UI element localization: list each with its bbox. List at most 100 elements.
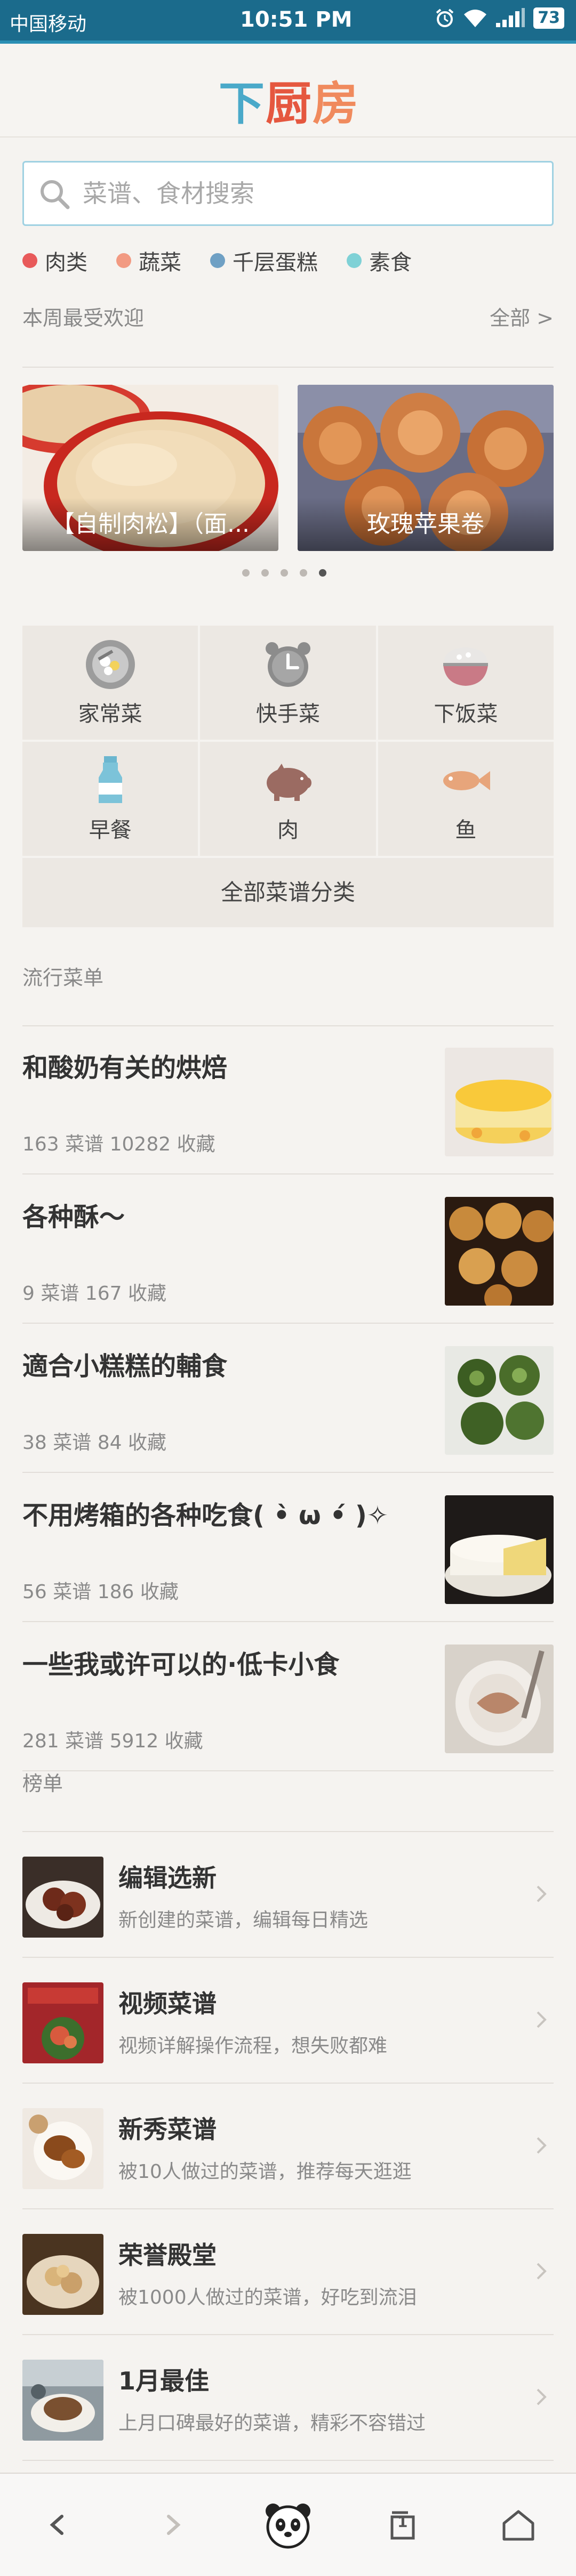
ranking-rising-recipes[interactable]: 新秀菜谱 被10人做过的菜谱，推荐每天逛逛 — [22, 2084, 554, 2209]
chevron-right-icon — [537, 2388, 547, 2405]
ranking-item-subtitle: 被10人做过的菜谱，推荐每天逛逛 — [118, 2161, 412, 2183]
clock: 10:51 PM — [240, 7, 353, 32]
category-home-cooking[interactable]: 家常菜 — [22, 626, 198, 740]
milk-bottle-icon — [98, 756, 122, 803]
weekly-all-link[interactable]: 全部 > — [490, 302, 554, 331]
trending-menu-item[interactable]: 一些我或许可以的·低卡小食 281 菜谱 5912 收藏 — [22, 1623, 554, 1771]
tag-dot — [116, 253, 131, 268]
category-label: 下饭菜 — [434, 702, 498, 726]
tag-label: 素食 — [369, 250, 412, 275]
forward-button[interactable] — [143, 2496, 202, 2554]
tag-crepe-cake[interactable]: 千层蛋糕 — [210, 245, 318, 276]
back-button[interactable] — [28, 2496, 87, 2554]
panda-menu-button[interactable] — [259, 2496, 317, 2554]
all-categories-button[interactable]: 全部菜谱分类 — [22, 858, 554, 927]
fish-icon — [443, 771, 491, 790]
chevron-right-icon — [537, 1885, 547, 1902]
tag-dot — [22, 253, 37, 268]
menu-thumbnail — [445, 1495, 554, 1604]
category-meat[interactable]: 肉 — [200, 742, 376, 856]
tag-dot — [210, 253, 225, 268]
ranking-video-recipes[interactable]: 视频菜谱 视频详解操作流程，想失败都难 — [22, 1958, 554, 2084]
ranking-title: 榜单 — [22, 1772, 63, 1795]
quick-tags: 肉类 蔬菜 千层蛋糕 素食 — [22, 245, 412, 276]
slide-caption: 玫瑰苹果卷 — [298, 498, 554, 551]
category-grid: 家常菜 快手菜 下饭菜 早餐 肉 鱼 — [22, 626, 554, 856]
page-dot[interactable] — [300, 569, 307, 577]
ranking-thumbnail — [22, 2108, 103, 2189]
category-label: 早餐 — [89, 818, 132, 843]
ranking-item-subtitle: 新创建的菜谱，编辑每日精选 — [118, 1909, 369, 1931]
category-label: 快手菜 — [255, 702, 320, 726]
page-dot-active[interactable] — [319, 569, 326, 577]
tag-label: 千层蛋糕 — [233, 250, 318, 275]
carrier-name: 中国移动 — [10, 13, 87, 35]
menu-thumbnail — [445, 1048, 554, 1156]
app-logo[interactable]: 下厨房 — [219, 66, 359, 133]
ranking-item-subtitle: 上月口碑最好的菜谱，精彩不容错过 — [118, 2412, 426, 2434]
app-header: 下厨房 — [0, 44, 576, 137]
trending-menu-item[interactable]: 和酸奶有关的烘焙 163 菜谱 10282 收藏 — [22, 1026, 554, 1174]
home-button[interactable] — [489, 2496, 548, 2554]
trending-menu-item[interactable]: 不用烤箱的各种吃食( •̀ ω •́ )✧ 56 菜谱 186 收藏 — [22, 1474, 554, 1622]
menu-stats: 163 菜谱 10282 收藏 — [22, 1133, 215, 1155]
tag-meat[interactable]: 肉类 — [22, 245, 87, 276]
page-dot[interactable] — [242, 569, 250, 577]
trending-menu-item[interactable]: 各种酥～ 9 菜谱 167 收藏 — [22, 1176, 554, 1324]
signal-icon — [496, 8, 525, 27]
category-label: 肉 — [277, 818, 299, 843]
chevron-right-icon — [537, 2263, 547, 2280]
tabs-count: 1 — [397, 2513, 408, 2531]
category-fish[interactable]: 鱼 — [378, 742, 554, 856]
category-label: 鱼 — [455, 818, 477, 843]
tag-dot — [347, 253, 362, 268]
carousel-slide-rose-apple[interactable]: 玫瑰苹果卷 — [298, 385, 554, 551]
divider — [22, 367, 554, 368]
carousel-pagination — [242, 569, 326, 577]
dishes-icon — [85, 640, 135, 689]
tag-vegetarian[interactable]: 素食 — [347, 245, 412, 276]
panda-home-icon — [266, 2504, 310, 2549]
menu-stats: 281 菜谱 5912 收藏 — [22, 1730, 203, 1752]
category-rice-dishes[interactable]: 下饭菜 — [378, 626, 554, 740]
ranking-thumbnail — [22, 1857, 103, 1938]
trending-menu-item[interactable]: 適合小糕糕的輔食 38 菜谱 84 收藏 — [22, 1325, 554, 1473]
pig-icon — [266, 764, 311, 801]
ranking-item-subtitle: 视频详解操作流程，想失败都难 — [118, 2035, 388, 2057]
tag-vegetable[interactable]: 蔬菜 — [116, 245, 181, 276]
alarm-icon — [436, 9, 454, 27]
menu-stats: 56 菜谱 186 收藏 — [22, 1581, 179, 1603]
category-quick[interactable]: 快手菜 — [200, 626, 376, 740]
chevron-right-icon — [537, 2137, 547, 2154]
menu-title: 一些我或许可以的·低卡小食 — [22, 1650, 340, 1680]
home-icon — [502, 2510, 534, 2541]
search-icon — [41, 180, 70, 209]
weekly-popular-title: 本周最受欢迎 — [22, 306, 145, 330]
search-box[interactable] — [22, 161, 554, 226]
ranking-editors-pick[interactable]: 编辑选新 新创建的菜谱，编辑每日精选 — [22, 1832, 554, 1958]
battery-level: 73 — [533, 7, 564, 29]
trending-menus-title: 流行菜单 — [22, 966, 104, 990]
menu-title: 不用烤箱的各种吃食( •̀ ω •́ )✧ — [22, 1501, 389, 1530]
browser-toolbar — [0, 2473, 576, 2576]
menu-thumbnail — [445, 1645, 554, 1753]
ranking-item-title: 1月最佳 — [118, 2367, 210, 2395]
page-dot[interactable] — [261, 569, 269, 577]
ranking-monthly-best[interactable]: 1月最佳 上月口碑最好的菜谱，精彩不容错过 — [22, 2335, 554, 2461]
search-input[interactable] — [83, 173, 541, 214]
menu-title: 各种酥～ — [22, 1202, 125, 1232]
carousel-slide-meat-floss[interactable]: 【自制肉松】（面... — [22, 385, 278, 551]
category-breakfast[interactable]: 早餐 — [22, 742, 198, 856]
ranking-hall-of-fame[interactable]: 荣誉殿堂 被1000人做过的菜谱，好吃到流泪 — [22, 2209, 554, 2335]
menu-stats: 38 菜谱 84 收藏 — [22, 1432, 166, 1454]
back-icon — [50, 2515, 63, 2535]
chevron-right-icon — [537, 2011, 547, 2028]
menu-thumbnail — [445, 1346, 554, 1455]
ranking-item-title: 编辑选新 — [118, 1864, 217, 1892]
status-bar: 中国移动 10:51 PM 73 — [0, 0, 576, 40]
page-dot[interactable] — [281, 569, 288, 577]
ranking-item-title: 荣誉殿堂 — [118, 2241, 217, 2270]
tag-label: 蔬菜 — [139, 250, 181, 275]
ranking-thumbnail — [22, 1982, 103, 2063]
slide-caption: 【自制肉松】（面... — [22, 498, 278, 551]
